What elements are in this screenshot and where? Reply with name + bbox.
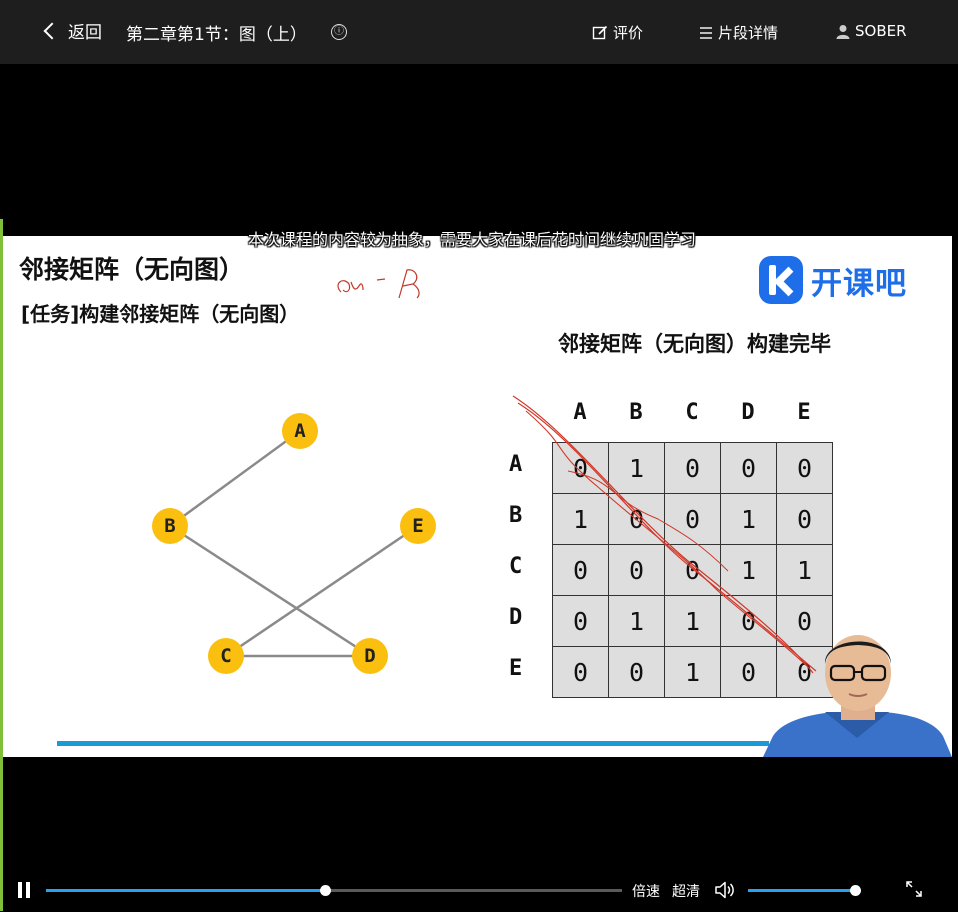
presenter-video xyxy=(763,635,952,757)
matrix-cell: 1 xyxy=(609,443,665,494)
matrix-row-header: E xyxy=(509,656,523,681)
matrix-cell: 0 xyxy=(553,647,609,698)
matrix-row-header: A xyxy=(509,452,523,477)
matrix-cell: 1 xyxy=(721,545,777,596)
matrix-cell: 0 xyxy=(721,443,777,494)
graph-node-e: E xyxy=(400,508,436,544)
matrix-cell: 0 xyxy=(665,494,721,545)
slide-divider xyxy=(57,741,769,746)
quality-button[interactable]: 超清 xyxy=(672,881,700,901)
graph-node-label: D xyxy=(364,645,375,667)
matrix-column-header: A xyxy=(573,400,587,425)
page-title: 第二章第1节：图（上） xyxy=(126,25,307,45)
pause-icon xyxy=(18,882,22,898)
chevron-left-icon xyxy=(43,22,61,40)
matrix-cell: 0 xyxy=(609,494,665,545)
logo-mark-icon xyxy=(759,256,803,304)
top-bar: 返回 第二章第1节：图（上） ⓘ 评价 片段详情 SOBER xyxy=(0,0,958,64)
volume-fill xyxy=(748,889,855,892)
matrix-row-header: D xyxy=(509,605,523,630)
user-name: SOBER xyxy=(855,22,907,40)
user-menu[interactable]: SOBER xyxy=(836,22,907,40)
fullscreen-icon[interactable] xyxy=(905,880,923,898)
matrix-cell: 1 xyxy=(665,596,721,647)
matrix-row-header: C xyxy=(509,554,523,579)
progress-handle[interactable] xyxy=(320,885,332,896)
undirected-graph: A B C D E xyxy=(152,413,436,674)
matrix-cell: 0 xyxy=(553,545,609,596)
segments-label: 片段详情 xyxy=(718,24,779,42)
graph-node-label: E xyxy=(412,515,423,537)
list-icon xyxy=(700,26,712,39)
back-label: 返回 xyxy=(68,23,102,43)
matrix-cell: 1 xyxy=(777,545,833,596)
matrix-cell: 0 xyxy=(665,545,721,596)
matrix-cell: 0 xyxy=(777,494,833,545)
player-controls: 倍速 超清 xyxy=(0,872,958,912)
matrix-cell: 0 xyxy=(553,443,609,494)
graph-node-d: D xyxy=(352,638,388,674)
matrix-cell: 0 xyxy=(609,545,665,596)
volume-icon[interactable] xyxy=(714,880,736,900)
info-icon[interactable]: ⓘ xyxy=(331,24,347,40)
video-slide[interactable]: 邻接矩阵（无向图） [任务]构建邻接矩阵（无向图） 开课吧 邻接矩阵（无向图）构… xyxy=(3,236,952,757)
volume-handle[interactable] xyxy=(849,885,861,896)
graph-node-c: C xyxy=(208,638,244,674)
volume-slider[interactable] xyxy=(748,885,861,896)
matrix-title: 邻接矩阵（无向图）构建完毕 xyxy=(558,332,831,356)
matrix-cell: 0 xyxy=(609,647,665,698)
segments-button[interactable]: 片段详情 xyxy=(699,22,778,43)
graph-node-label: C xyxy=(220,645,231,667)
matrix-cell: 1 xyxy=(553,494,609,545)
graph-node-b: B xyxy=(152,508,188,544)
rate-button[interactable]: 评价 xyxy=(592,22,643,43)
graph-edge-ab xyxy=(169,429,301,528)
back-button[interactable]: 返回 xyxy=(43,18,102,43)
matrix-column-header: B xyxy=(629,400,643,425)
logo-text: 开课吧 xyxy=(811,265,907,302)
matrix-cell: 1 xyxy=(609,596,665,647)
matrix-column-header: D xyxy=(741,400,755,425)
progress-fill xyxy=(46,889,326,892)
graph-edge-bd xyxy=(169,524,371,658)
graph-edge-ce xyxy=(225,524,419,658)
speed-button[interactable]: 倍速 xyxy=(632,881,660,901)
progress-bar[interactable] xyxy=(46,885,622,896)
kaikeba-logo: 开课吧 xyxy=(759,256,907,304)
graph-node-a: A xyxy=(282,413,318,449)
matrix-cell: 0 xyxy=(777,443,833,494)
matrix-column-header: C xyxy=(685,400,699,425)
pause-button[interactable] xyxy=(18,882,32,898)
matrix-column-header: E xyxy=(797,400,811,425)
graph-node-label: A xyxy=(294,420,306,442)
matrix-row-header: B xyxy=(509,503,523,528)
matrix-cell: 1 xyxy=(721,494,777,545)
graph-node-label: B xyxy=(164,515,175,537)
matrix-cell: 0 xyxy=(553,596,609,647)
matrix-cell: 0 xyxy=(665,443,721,494)
user-icon xyxy=(836,24,850,39)
video-subtitle: 本次课程的内容较为抽象，需要大家在课后花时间继续巩固学习 xyxy=(247,230,696,249)
edit-icon xyxy=(592,25,608,39)
matrix-cell: 1 xyxy=(665,647,721,698)
rate-label: 评价 xyxy=(613,24,644,42)
